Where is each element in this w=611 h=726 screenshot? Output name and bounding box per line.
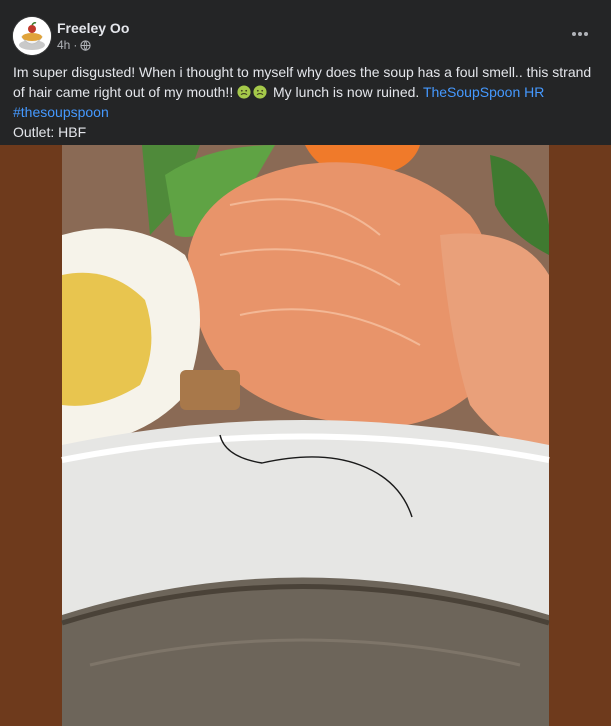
nauseated-face-emoji <box>253 85 267 99</box>
post-body: Im super disgusted! When i thought to my… <box>13 62 599 102</box>
mention-link[interactable]: TheSoupSpoon HR <box>423 84 544 100</box>
post-photo[interactable] <box>0 145 611 726</box>
more-horizontal-icon <box>572 32 588 36</box>
post-header: Freeley Oo 4h · <box>0 0 611 56</box>
hashtag-link[interactable]: #thesoupspoon <box>13 104 109 120</box>
nauseated-face-emoji <box>237 85 251 99</box>
hashtag-line: #thesoupspoon <box>13 102 599 122</box>
author-name[interactable]: Freeley Oo <box>57 20 129 36</box>
post-time[interactable]: 4h <box>57 38 70 52</box>
post-meta: 4h · <box>57 38 91 52</box>
post-text-after-emoji: My lunch is now ruined. <box>273 84 420 100</box>
avatar[interactable] <box>13 17 51 55</box>
post-text: Im super disgusted! When i thought to my… <box>13 62 599 142</box>
meta-separator: · <box>73 38 78 52</box>
outlet-line: Outlet: HBF <box>13 124 87 140</box>
globe-icon[interactable] <box>80 39 91 51</box>
more-options-button[interactable] <box>565 22 595 46</box>
